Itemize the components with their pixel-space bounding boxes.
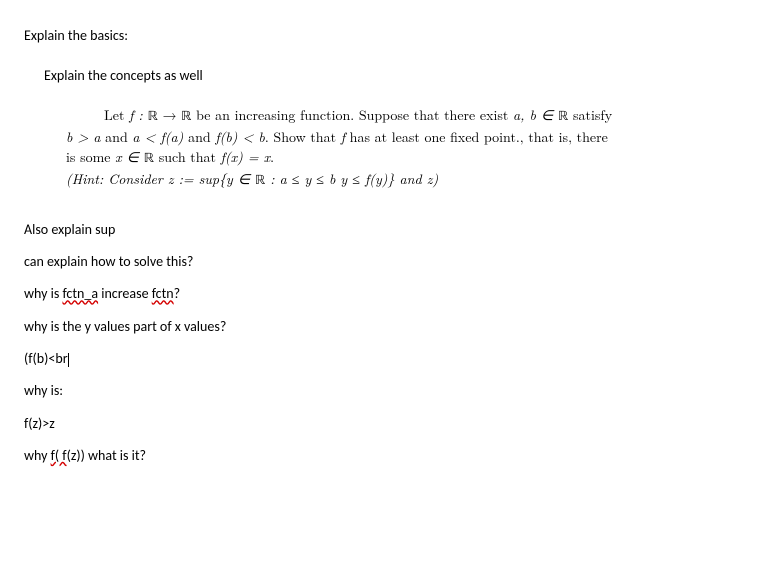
text: ?: [174, 285, 181, 302]
problem-statement: Let f : ℝ → ℝ be an increasing function.…: [66, 105, 732, 192]
text: (z)) what is it?: [67, 447, 146, 464]
text: and: [101, 127, 133, 147]
real-symbol: ℝ: [148, 110, 158, 124]
real-symbol: ℝ: [144, 152, 154, 166]
section-title-2: Explain the concepts as well: [44, 66, 752, 86]
text: satisfy: [568, 105, 612, 125]
text: a < f(a): [132, 127, 183, 147]
real-symbol: ℝ: [181, 110, 191, 124]
text: f(x) = x: [221, 147, 271, 167]
note-line: why f( f(z)) what is it?: [24, 446, 752, 466]
text: x ∈: [115, 147, 144, 167]
text: is some: [66, 147, 115, 167]
spell-error: fctn_a: [62, 285, 98, 302]
text: b > a: [66, 127, 101, 147]
hint-close: ): [432, 169, 438, 189]
text: f(b) < b: [215, 127, 265, 147]
text: has at least one fixed point., that is, …: [345, 127, 608, 147]
spell-error: f( f: [51, 447, 67, 464]
text: increase: [98, 285, 152, 302]
real-symbol: ℝ: [255, 174, 265, 188]
real-symbol: ℝ: [558, 110, 568, 124]
text: (f(b)<br: [24, 350, 68, 367]
text-cursor: [68, 353, 69, 367]
text: f :: [129, 105, 148, 125]
text: z := sup{y ∈: [168, 169, 255, 189]
note-line: why is:: [24, 381, 752, 401]
hint-open: (Hint: Consider: [66, 169, 168, 189]
text: : a ≤ y ≤ b y ≤ f(y)}: [265, 169, 394, 189]
text: be an increasing function. Suppose that …: [191, 105, 513, 125]
note-line: why is the y values part of x values?: [24, 317, 752, 337]
text: such that: [154, 147, 221, 167]
user-notes[interactable]: Also explain sup can explain how to solv…: [24, 220, 752, 466]
note-line: why is fctn_a increase fctn?: [24, 284, 752, 304]
text: why: [24, 447, 51, 464]
note-line: f(z)>z: [24, 414, 752, 434]
text: and: [183, 127, 215, 147]
text: and: [395, 169, 427, 189]
note-line: Also explain sup: [24, 220, 752, 240]
spell-error: fctn: [152, 285, 174, 302]
text: a, b ∈: [513, 105, 558, 125]
note-line: can explain how to solve this?: [24, 252, 752, 272]
section-title-1: Explain the basics:: [24, 26, 752, 46]
note-line: (f(b)<br: [24, 349, 752, 369]
text: Let: [104, 105, 129, 125]
text: . Show that: [265, 127, 341, 147]
text: why is: [24, 285, 62, 302]
text: .: [270, 147, 274, 167]
text: →: [158, 105, 181, 125]
